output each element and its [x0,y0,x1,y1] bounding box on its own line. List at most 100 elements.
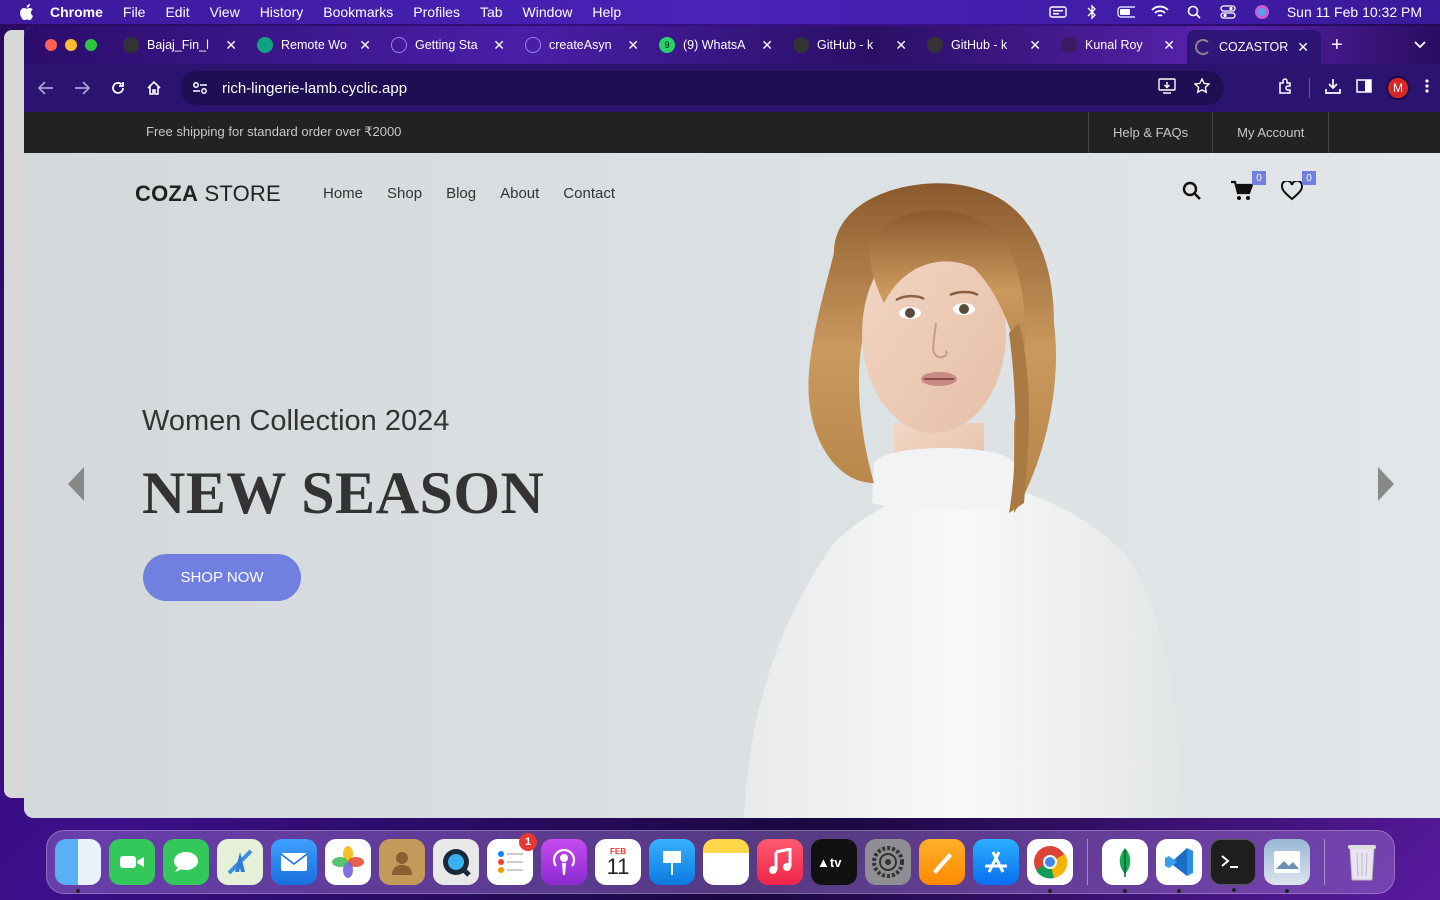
menu-profiles[interactable]: Profiles [413,4,460,20]
messages-icon[interactable] [163,839,209,885]
battery-icon[interactable] [1117,5,1135,19]
preview-icon[interactable] [1264,839,1310,893]
app-store-icon[interactable] [973,839,1019,885]
dock-separator [1087,839,1088,885]
keynote-icon[interactable] [649,839,695,885]
close-tab-icon[interactable]: ✕ [1297,39,1309,56]
back-icon[interactable] [28,70,64,106]
pages-icon[interactable] [919,839,965,885]
extensions-icon[interactable] [1277,77,1295,100]
photos-icon[interactable] [325,839,371,885]
toolbar-right-actions: M [1277,76,1430,100]
slider-prev-arrow-icon[interactable] [68,467,84,506]
close-tab-icon[interactable]: ✕ [1163,37,1175,54]
trash-icon[interactable] [1339,839,1385,885]
mail-icon[interactable] [271,839,317,885]
apple-tv-icon[interactable]: ▲tv [811,839,857,885]
hero-headline: NEW SEASON [142,460,545,526]
nav-contact[interactable]: Contact [563,185,615,202]
menu-edit[interactable]: Edit [165,4,189,20]
notes-icon[interactable] [703,839,749,885]
tab-getting-started[interactable]: Getting Sta ✕ [383,30,517,60]
siri-icon[interactable] [1253,5,1271,19]
wishlist-heart-icon[interactable]: 0 [1280,171,1316,203]
new-tab-icon[interactable]: + [1331,34,1343,57]
tab-kunal-roy[interactable]: Kunal Roy ✕ [1053,30,1187,60]
menu-view[interactable]: View [210,4,240,20]
site-settings-icon[interactable] [192,81,212,95]
podcasts-icon[interactable] [541,839,587,885]
menu-history[interactable]: History [260,4,304,20]
keyboard-input-icon[interactable] [1049,5,1067,19]
tab-cozastore[interactable]: COZASTOR ✕ [1187,30,1321,64]
menu-app-name[interactable]: Chrome [50,4,103,20]
tab-whatsapp[interactable]: 9 (9) WhatsA ✕ [651,30,785,60]
reminders-icon[interactable]: 1 [487,833,537,885]
menu-bar-clock[interactable]: Sun 11 Feb 10:32 PM [1287,4,1422,20]
tab-create-async[interactable]: createAsyn ✕ [517,30,651,60]
slider-next-arrow-icon[interactable] [1378,467,1394,506]
calendar-icon[interactable]: FEB 11 [595,839,641,885]
cart-icon[interactable]: 0 [1230,171,1266,203]
minimize-window-button[interactable] [65,39,77,51]
close-tab-icon[interactable]: ✕ [1029,37,1041,54]
chrome-icon[interactable] [1027,839,1073,893]
help-faqs-link[interactable]: Help & FAQs [1088,112,1212,153]
dock-separator [1324,839,1325,885]
quicktime-icon[interactable] [433,839,479,885]
site-logo[interactable]: COZA STORE [135,181,281,207]
spotlight-search-icon[interactable] [1185,5,1203,19]
menu-bar-status: Sun 11 Feb 10:32 PM [1049,4,1422,20]
zoom-window-button[interactable] [85,39,97,51]
menu-tab[interactable]: Tab [480,4,503,20]
profile-avatar[interactable]: M [1386,76,1410,100]
menu-help[interactable]: Help [592,4,621,20]
install-app-icon[interactable] [1158,78,1176,98]
maps-icon[interactable] [217,839,263,885]
my-account-link[interactable]: My Account [1212,112,1330,153]
tab-search-chevron-icon[interactable] [1414,38,1426,52]
tab-github-2[interactable]: GitHub - k ✕ [919,30,1053,60]
menu-bookmarks[interactable]: Bookmarks [323,4,393,20]
close-tab-icon[interactable]: ✕ [895,37,907,54]
terminal-icon[interactable] [1210,839,1256,892]
downloads-icon[interactable] [1324,77,1342,100]
wifi-icon[interactable] [1151,5,1169,19]
side-panel-icon[interactable] [1356,78,1372,99]
close-tab-icon[interactable]: ✕ [225,37,237,54]
close-tab-icon[interactable]: ✕ [627,37,639,54]
tab-remote[interactable]: Remote Wo ✕ [249,30,383,60]
nav-shop[interactable]: Shop [387,185,422,202]
url-text[interactable]: rich-lingerie-lamb.cyclic.app [222,80,407,97]
control-center-icon[interactable] [1219,5,1237,19]
facetime-icon[interactable] [109,839,155,885]
close-tab-icon[interactable]: ✕ [493,37,505,54]
bluetooth-icon[interactable] [1083,4,1101,20]
system-settings-icon[interactable] [865,839,911,885]
menu-file[interactable]: File [123,4,146,20]
tab-label: GitHub - k [817,38,874,52]
address-bar[interactable]: rich-lingerie-lamb.cyclic.app [180,71,1224,105]
nav-about[interactable]: About [500,185,539,202]
tab-bajaj[interactable]: Bajaj_Fin_l ✕ [115,30,249,60]
close-tab-icon[interactable]: ✕ [359,37,371,54]
nav-home[interactable]: Home [323,185,363,202]
tab-github-1[interactable]: GitHub - k ✕ [785,30,919,60]
vscode-icon[interactable] [1156,839,1202,893]
apple-icon[interactable] [18,3,36,21]
shop-now-button[interactable]: SHOP NOW [143,554,301,601]
menu-window[interactable]: Window [523,4,573,20]
contacts-icon[interactable] [379,839,425,885]
close-tab-icon[interactable]: ✕ [761,37,773,54]
music-icon[interactable] [757,839,803,885]
home-icon[interactable] [136,70,172,106]
chrome-menu-icon[interactable] [1424,78,1430,99]
forward-icon[interactable] [64,70,100,106]
reload-icon[interactable] [100,70,136,106]
finder-icon[interactable] [55,839,101,893]
search-icon[interactable] [1180,179,1204,203]
nav-blog[interactable]: Blog [446,185,476,202]
mongodb-compass-icon[interactable] [1102,839,1148,893]
bookmark-star-icon[interactable] [1193,77,1211,98]
close-window-button[interactable] [45,39,57,51]
